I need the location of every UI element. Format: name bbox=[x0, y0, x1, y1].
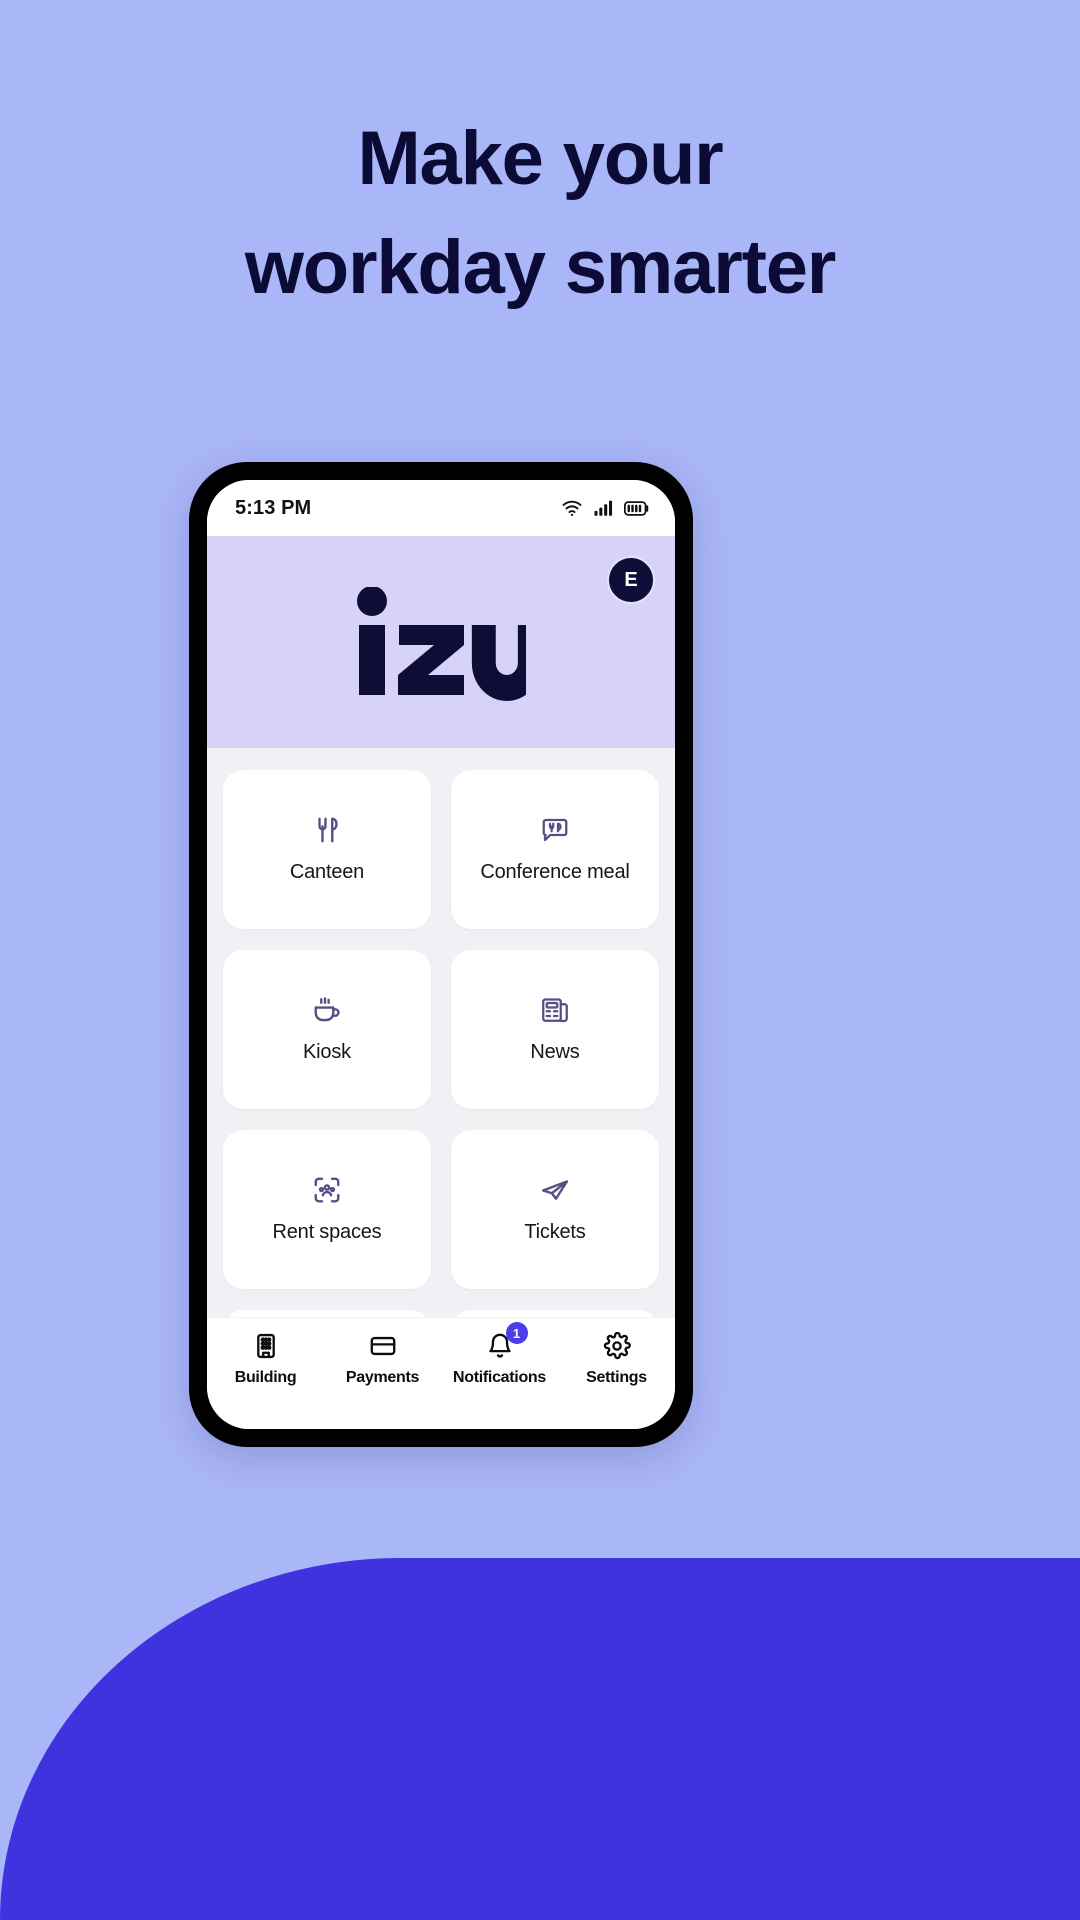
bottom-navigation-bar: Building Payments 1 Notifications Settin… bbox=[207, 1317, 675, 1429]
tile-label: Tickets bbox=[524, 1221, 586, 1243]
cellular-signal-icon bbox=[594, 499, 613, 517]
status-bar: 5:13 PM bbox=[207, 480, 675, 536]
app-header: E bbox=[207, 536, 675, 748]
nav-item-building[interactable]: Building bbox=[207, 1332, 324, 1387]
phone-mockup: 5:13 PM E Canteen Conference meal Kiosk … bbox=[189, 462, 693, 1447]
tile-local-services[interactable]: Local services bbox=[451, 1310, 659, 1317]
tile-rent-spaces[interactable]: Rent spaces bbox=[223, 1130, 431, 1289]
tile-label: News bbox=[530, 1041, 580, 1063]
tile-label: Conference meal bbox=[480, 861, 630, 883]
headline-line-2: workday smarter bbox=[244, 225, 837, 311]
tile-conference-meal[interactable]: Conference meal bbox=[451, 770, 659, 929]
newspaper-icon bbox=[540, 995, 570, 1025]
phone-screen: 5:13 PM E Canteen Conference meal Kiosk … bbox=[207, 480, 675, 1429]
building-icon bbox=[252, 1332, 280, 1360]
nav-item-notifications[interactable]: 1 Notifications bbox=[441, 1322, 558, 1387]
wifi-icon bbox=[561, 499, 583, 517]
gear-icon bbox=[603, 1332, 631, 1360]
credit-card-icon bbox=[369, 1332, 397, 1360]
status-bar-icons bbox=[561, 499, 649, 517]
tile-kiosk[interactable]: Kiosk bbox=[223, 950, 431, 1109]
meal-chat-icon bbox=[540, 815, 570, 845]
battery-icon bbox=[624, 500, 649, 516]
nav-item-label: Payments bbox=[345, 1369, 420, 1386]
nav-item-label: Building bbox=[234, 1369, 297, 1386]
tile-news[interactable]: News bbox=[451, 950, 659, 1109]
scan-people-icon bbox=[312, 1175, 342, 1205]
service-tile-grid: Canteen Conference meal Kiosk News Rent … bbox=[223, 770, 659, 1317]
izy-logo bbox=[356, 587, 526, 711]
nav-item-label: Settings bbox=[586, 1369, 647, 1386]
tile-indoor-maps[interactable]: Indoor maps bbox=[223, 1310, 431, 1317]
background-blob-shape bbox=[0, 1558, 1080, 1920]
notification-badge: 1 bbox=[505, 1322, 528, 1344]
page-title: Make your workday smarter bbox=[0, 104, 1080, 323]
tile-grid-area: Canteen Conference meal Kiosk News Rent … bbox=[207, 748, 675, 1317]
tile-label: Rent spaces bbox=[272, 1221, 382, 1243]
avatar[interactable]: E bbox=[607, 556, 655, 604]
coffee-cup-icon bbox=[312, 995, 342, 1025]
nav-item-label: Notifications bbox=[453, 1369, 546, 1386]
headline-line-1: Make your bbox=[357, 116, 723, 201]
paper-plane-icon bbox=[540, 1175, 570, 1205]
tile-canteen[interactable]: Canteen bbox=[223, 770, 431, 929]
status-bar-time: 5:13 PM bbox=[235, 496, 312, 519]
bell-icon: 1 bbox=[486, 1322, 528, 1360]
nav-item-settings[interactable]: Settings bbox=[558, 1332, 675, 1387]
tile-label: Kiosk bbox=[303, 1041, 351, 1063]
tile-tickets[interactable]: Tickets bbox=[451, 1130, 659, 1289]
fork-knife-icon bbox=[312, 815, 342, 845]
nav-item-payments[interactable]: Payments bbox=[324, 1332, 441, 1387]
tile-label: Canteen bbox=[289, 861, 365, 883]
